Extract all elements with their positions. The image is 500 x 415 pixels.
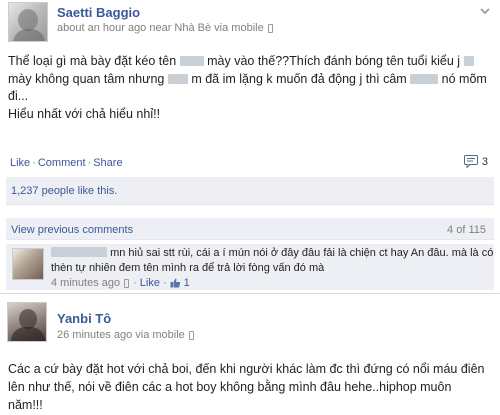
comment-like-link[interactable]: Like [140,277,160,289]
thumbs-up-icon [170,278,180,288]
author-avatar[interactable] [7,302,47,342]
redacted-name [167,73,188,84]
post-line-4: Hiểu nhất với chả hiểu nhỉ!! [8,106,161,121]
comment-text: mn hiủ sai stt rùi, cái a í mún nói ở đâ… [51,247,494,274]
post-meta: about an hour ago near Nhà Bè via mobile [57,22,274,34]
redacted-name [463,56,474,66]
post-line-1: Thể loại gì mà bày đặt kéo tên mày vào t… [8,53,488,71]
view-previous-comments-link[interactable]: View previous comments [11,224,133,236]
post-line-3: năm!!! [8,398,43,412]
view-previous-row: View previous comments 4 of 115 [6,218,494,240]
comment-icon [463,155,478,168]
post-body: Thể loại gì mà bày đặt kéo tên mày vào t… [8,53,488,123]
post-meta: 26 minutes ago via mobile [57,329,195,341]
post-body: Các a cứ bày đặt hot với chả boi, đến kh… [8,360,492,414]
comment-meta: 4 minutes ago · Like · 1 [51,277,190,289]
likes-row: 1,237 people like this. [6,177,494,205]
post-line-2: mày không quan tâm nhưng m đã im lặng k … [8,71,487,86]
author-name[interactable]: Saetti Baggio [57,5,140,20]
post-saetti: Saetti Baggio about an hour ago near Nhà… [0,0,500,290]
commenter-avatar[interactable] [12,248,44,280]
post-time[interactable]: about an hour ago near Nhà Bè via mobile [57,22,264,34]
mobile-icon [188,330,194,340]
comment-count[interactable]: 3 [463,155,488,168]
comment-link[interactable]: Comment [38,157,86,169]
chevron-down-icon[interactable] [480,8,490,15]
like-link[interactable]: Like [10,157,30,169]
mobile-icon [267,23,273,33]
author-name[interactable]: Yanbi Tô [57,311,111,326]
redacted-name [179,56,204,66]
redacted-commenter-name [51,247,107,257]
comments-position: 4 of 115 [447,224,486,236]
comment-item: mn hiủ sai stt rùi, cái a í mún nói ở đâ… [6,244,494,290]
author-avatar[interactable] [8,2,48,42]
post-actions: Like · Comment · Share [10,157,123,169]
likes-count-link[interactable]: 1,237 people like this. [11,185,117,197]
redacted-name [410,73,439,84]
share-link[interactable]: Share [93,157,122,169]
comment-time[interactable]: 4 minutes ago [51,277,120,289]
post-time[interactable]: 26 minutes ago via mobile [57,329,185,341]
post-line-1: Các a cứ bày đặt hot với chả boi, đến kh… [8,362,485,376]
post-line-3: đi... [8,89,29,103]
mobile-icon [124,278,130,288]
post-line-2: lên như thế, nói về điên các a hot boy k… [8,380,452,394]
comment-like-count[interactable]: 1 [184,277,190,289]
